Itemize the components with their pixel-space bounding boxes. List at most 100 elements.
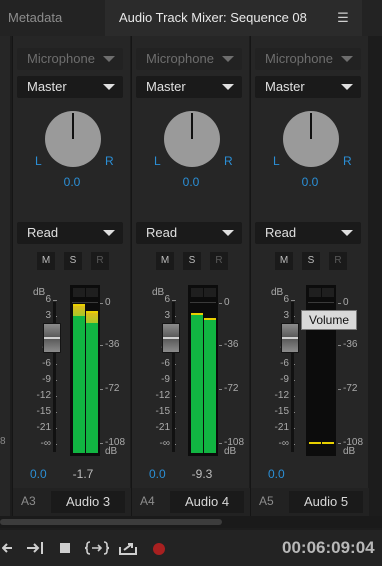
meter-bar-right [86,311,98,453]
track-name[interactable]: Audio 4 [170,491,244,513]
clip-indicator-right[interactable] [204,288,216,297]
solo-button[interactable]: S [302,252,320,270]
step-back-icon[interactable] [1,539,14,557]
meter-scale-label: 0 [219,297,230,308]
meter-scale-unit: dB [224,446,237,457]
automation-mode-value: Read [265,225,297,240]
mixer-horizontal-scrollbar[interactable] [0,516,382,528]
meter-bar-right [204,318,216,453]
volume-fader-handle[interactable] [43,323,61,353]
meter-scale-label: -36 [99,339,120,350]
volume-tooltip: Volume [301,310,357,330]
meter-scale-label: -36 [337,339,358,350]
track-id: A5 [259,494,274,508]
clip-indicator-left[interactable] [309,288,321,297]
output-select[interactable]: Master [17,76,123,98]
output-select[interactable]: Master [136,76,242,98]
channel-strip-a5: MicrophoneMasterLR0.0ReadMSRdB630-3-6-9-… [250,36,369,516]
fader-scale-label: 6 [144,294,176,305]
fader-scale-label: 3 [263,310,295,321]
pan-knob-indicator [191,113,193,139]
input-select[interactable]: Microphone [136,48,242,70]
pan-value[interactable]: 0.0 [13,175,131,189]
timecode-display[interactable]: 00:06:09:04 [282,538,375,558]
pan-left-label: L [35,154,42,168]
pan-value[interactable]: 0.0 [251,175,369,189]
input-select[interactable]: Microphone [17,48,123,70]
clip-indicator-right[interactable] [86,288,98,297]
meter-zero-line [308,302,334,303]
scrollbar-thumb[interactable] [0,519,222,525]
input-select[interactable]: Microphone [255,48,361,70]
fader-scale-label: -9 [263,374,295,385]
clip-indicator-left[interactable] [191,288,203,297]
meter-peak-hold [309,442,321,444]
channel-strip-a3: MicrophoneMasterLR0.0ReadMSRdB630-3-6-9-… [12,36,131,516]
solo-button[interactable]: S [183,252,201,270]
export-icon[interactable] [118,539,138,557]
fader-scale-label: -6 [263,358,295,369]
record-enable-button[interactable]: R [210,252,228,270]
fader-scale-label: 3 [144,310,176,321]
meter-scale-label: -72 [99,383,120,394]
chevron-down-icon [222,84,234,90]
pan-right-label: R [105,154,114,168]
chevron-down-icon [103,84,115,90]
pan-left-label: L [154,154,161,168]
automation-mode-select[interactable]: Read [255,222,361,244]
mute-button[interactable]: M [37,252,55,270]
panel-tab-bar: Metadata Audio Track Mixer: Sequence 08 … [0,0,382,36]
pan-right-label: R [224,154,233,168]
tab-metadata[interactable]: Metadata [0,0,98,36]
meter-scale-unit: dB [343,446,356,457]
fader-scale-label: -15 [144,406,176,417]
channel-strip-a4: MicrophoneMasterLR0.0ReadMSRdB630-3-6-9-… [131,36,250,516]
go-to-out-icon[interactable] [26,539,46,557]
output-select-value: Master [265,79,305,94]
fader-scale-label: -12 [144,390,176,401]
pan-value[interactable]: 0.0 [132,175,250,189]
fader-scale-label: 3 [25,310,57,321]
volume-fader-handle[interactable] [281,323,299,353]
loop-icon[interactable] [83,539,111,557]
pan-knob[interactable] [164,111,220,167]
input-select-value: Microphone [146,51,214,66]
fader-scale-label: -9 [144,374,176,385]
record-icon[interactable] [152,539,166,557]
volume-value[interactable]: 0.0 [30,467,47,481]
track-name[interactable]: Audio 5 [289,491,363,513]
pan-knob[interactable] [45,111,101,167]
pan-knob[interactable] [283,111,339,167]
volume-fader-handle[interactable] [162,323,180,353]
record-enable-button[interactable]: R [91,252,109,270]
level-meter [70,285,100,456]
mixer-channels: 8 MicrophoneMasterLR0.0ReadMSRdB630-3-6-… [0,36,382,516]
chevron-down-icon [341,56,353,62]
clip-indicator-left[interactable] [73,288,85,297]
tab-audio-track-mixer[interactable]: Audio Track Mixer: Sequence 08 [105,0,362,36]
clip-indicator-right[interactable] [322,288,334,297]
track-name[interactable]: Audio 3 [51,491,125,513]
meter-scale-label: -72 [337,383,358,394]
solo-button[interactable]: S [64,252,82,270]
fader-scale-label: -∞ [144,438,176,449]
chevron-down-icon [222,230,234,236]
chevron-down-icon [341,84,353,90]
fader-scale-label: -12 [25,390,57,401]
fader-scale-label: -6 [144,358,176,369]
stop-icon[interactable] [59,539,71,557]
output-select[interactable]: Master [255,76,361,98]
chevron-down-icon [103,56,115,62]
hamburger-icon[interactable]: ☰ [334,9,352,27]
automation-mode-select[interactable]: Read [136,222,242,244]
automation-mode-value: Read [27,225,59,240]
pan-knob-indicator [72,113,74,139]
mute-button[interactable]: M [275,252,293,270]
mute-button[interactable]: M [156,252,174,270]
pan-right-label: R [343,154,352,168]
volume-value[interactable]: 0.0 [268,467,285,481]
record-enable-button[interactable]: R [329,252,347,270]
automation-mode-select[interactable]: Read [17,222,123,244]
volume-value[interactable]: 0.0 [149,467,166,481]
meter-scale-label: -72 [218,383,239,394]
